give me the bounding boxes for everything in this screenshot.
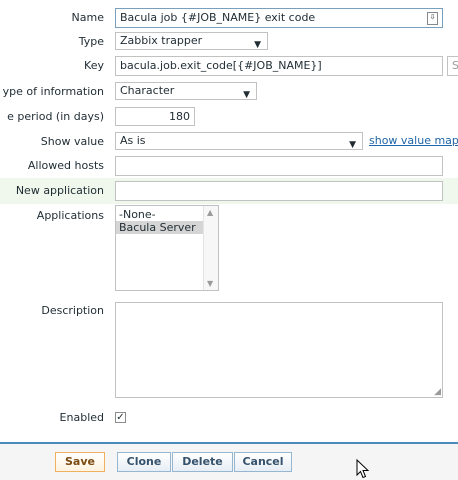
key-label: Key xyxy=(84,59,104,72)
save-button[interactable]: Save xyxy=(55,452,105,472)
key-select-button[interactable]: S xyxy=(447,56,458,76)
form-footer: Save Clone Delete Cancel xyxy=(0,444,458,480)
history-input-value: 180 xyxy=(169,110,190,123)
type-of-information-label: ype of information xyxy=(2,85,104,98)
scroll-up-icon[interactable]: ▲ xyxy=(207,208,213,217)
key-input[interactable]: bacula.job.exit_code[{#JOB_NAME}] xyxy=(115,56,443,76)
show-value-select-value: As is xyxy=(120,134,146,147)
show-value-label: Show value xyxy=(40,135,104,148)
show-value-map-link[interactable]: show value map xyxy=(369,134,458,147)
dropdown-arrow-icon: ▼ xyxy=(349,140,356,150)
type-select[interactable]: Zabbix trapper ▼ xyxy=(115,32,268,50)
delete-button[interactable]: Delete xyxy=(172,452,233,472)
scroll-down-icon[interactable]: ▼ xyxy=(207,279,213,288)
applications-label: Applications xyxy=(36,209,104,222)
applications-option-bacula-server[interactable]: Bacula Server xyxy=(116,221,203,234)
name-label: Name xyxy=(71,11,104,24)
type-of-information-value: Character xyxy=(120,84,175,97)
allowed-hosts-input[interactable] xyxy=(115,156,443,176)
cancel-button[interactable]: Cancel xyxy=(234,452,292,472)
show-value-select[interactable]: As is ▼ xyxy=(115,132,363,150)
clone-button[interactable]: Clone xyxy=(117,452,171,472)
new-application-row: New application xyxy=(0,178,458,204)
applications-listbox[interactable]: -None- Bacula Server ▲ ▼ xyxy=(115,205,219,291)
name-input[interactable]: Bacula job {#JOB_NAME} exit code ⇩ xyxy=(115,8,443,28)
type-label: Type xyxy=(78,35,104,48)
history-input[interactable]: 180 xyxy=(115,107,195,126)
description-textarea[interactable]: ◢ xyxy=(115,302,443,398)
key-select-button-label: S xyxy=(452,59,458,72)
enabled-label: Enabled xyxy=(59,411,104,424)
field-indicator-icon: ⇩ xyxy=(427,12,438,25)
type-select-value: Zabbix trapper xyxy=(120,34,203,47)
description-label: Description xyxy=(41,304,104,317)
enabled-checkbox[interactable]: ✓ xyxy=(115,412,126,423)
type-of-information-select[interactable]: Character ▼ xyxy=(115,82,257,100)
allowed-hosts-label: Allowed hosts xyxy=(27,159,104,172)
history-label: e period (in days) xyxy=(7,110,104,123)
key-input-value: bacula.job.exit_code[{#JOB_NAME}] xyxy=(120,59,322,72)
mouse-cursor-icon xyxy=(356,459,370,479)
new-application-label: New application xyxy=(15,184,104,197)
dropdown-arrow-icon: ▼ xyxy=(254,40,261,50)
new-application-input[interactable] xyxy=(115,181,443,201)
resize-grip-icon[interactable]: ◢ xyxy=(434,387,441,397)
name-input-value: Bacula job {#JOB_NAME} exit code xyxy=(120,11,316,24)
applications-scrollbar[interactable]: ▲ ▼ xyxy=(203,206,218,290)
dropdown-arrow-icon: ▼ xyxy=(243,90,250,100)
